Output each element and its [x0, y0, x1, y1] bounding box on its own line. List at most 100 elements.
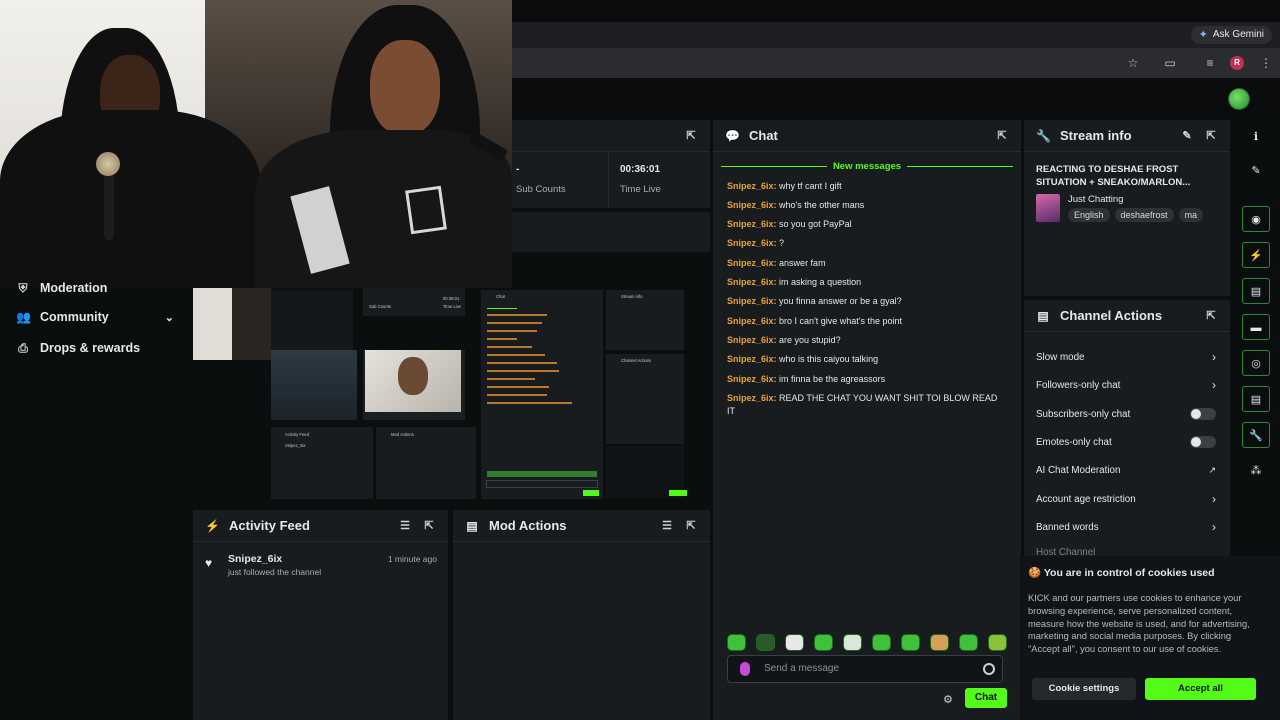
banned-words-row[interactable]: Banned words ›	[1036, 519, 1216, 535]
sidebar-item-moderation[interactable]: ⛨ Moderation	[16, 278, 107, 298]
event-user[interactable]: Snipez_6ix	[228, 553, 282, 565]
tag[interactable]: deshaefrost	[1114, 208, 1174, 222]
emote-icon[interactable]	[901, 634, 920, 651]
broadcast-icon[interactable]: ◎	[1242, 350, 1270, 376]
lightning-icon[interactable]: ⚡	[1242, 242, 1270, 268]
stream-category[interactable]: Just Chatting	[1068, 194, 1123, 205]
channel-actions-header: ▤ Channel Actions ⇱	[1024, 300, 1230, 332]
time-live-label: Time Live	[620, 184, 661, 195]
new-messages-divider[interactable]: New messages	[721, 160, 1013, 172]
camera-icon[interactable]: ◉	[1242, 206, 1270, 232]
user-avatar[interactable]	[1228, 88, 1250, 110]
followers-only-row[interactable]: Followers-only chat ›	[1036, 377, 1216, 393]
chat-text: so you got PayPal	[779, 219, 852, 229]
stats-panel-header: ⇱	[512, 120, 710, 152]
emote-icon[interactable]	[930, 634, 949, 651]
emote-icon[interactable]	[872, 634, 891, 651]
subscribers-only-toggle[interactable]	[1190, 408, 1216, 420]
stream-info-panel: 🔧 Stream info ✎ ⇱ REACTING TO DESHAE FRO…	[1024, 120, 1230, 296]
pencil-icon[interactable]: ✎	[1180, 129, 1194, 142]
chat-username[interactable]: Snipez_6ix:	[727, 335, 777, 345]
send-chat-button[interactable]: Chat	[965, 688, 1007, 708]
emote-icon[interactable]	[843, 634, 862, 651]
action-label: Slow mode	[1036, 351, 1085, 363]
emote-icon[interactable]	[756, 634, 775, 651]
popout-icon[interactable]: ⇱	[1204, 309, 1218, 322]
accept-all-button[interactable]: Accept all	[1145, 678, 1256, 700]
chat-message: Snipez_6ix: ?	[727, 237, 1007, 250]
gear-icon[interactable]: ⚙	[943, 693, 953, 706]
chat-username[interactable]: Snipez_6ix:	[727, 316, 777, 326]
channel-icon[interactable]: ▤	[1242, 386, 1270, 412]
ai-chat-moderation-row[interactable]: AI Chat Moderation ↗	[1036, 462, 1216, 478]
slow-mode-row[interactable]: Slow mode ›	[1036, 349, 1216, 365]
chat-username[interactable]: Snipez_6ix:	[727, 181, 777, 191]
chat-username[interactable]: Snipez_6ix:	[727, 238, 777, 248]
chat-username[interactable]: Snipez_6ix:	[727, 354, 777, 364]
cookie-settings-button[interactable]: Cookie settings	[1032, 678, 1136, 700]
chat-username[interactable]: Snipez_6ix:	[727, 258, 777, 268]
pencil-icon[interactable]: ✎	[1242, 158, 1270, 184]
mod-actions-panel: ▤ Mod Actions ☰ ⇱	[453, 510, 710, 720]
sidebar-item-label: Community	[40, 310, 109, 324]
event-time: 1 minute ago	[387, 554, 437, 564]
chat-username[interactable]: Snipez_6ix:	[727, 393, 777, 403]
action-label: AI Chat Moderation	[1036, 464, 1121, 476]
popout-icon[interactable]: ⇱	[684, 519, 698, 532]
popout-icon[interactable]: ⇱	[422, 519, 436, 532]
category-thumbnail	[1036, 194, 1060, 222]
chat-message: Snipez_6ix: answer fam	[727, 257, 1007, 270]
tag[interactable]: ma	[1178, 208, 1204, 222]
microphone-icon[interactable]	[740, 662, 750, 676]
emoji-picker-icon[interactable]	[983, 663, 995, 675]
popout-icon[interactable]: ⇱	[684, 129, 698, 142]
ask-gemini-button[interactable]: ✦ Ask Gemini	[1190, 26, 1272, 44]
emote-icon[interactable]	[988, 634, 1007, 651]
filter-icon[interactable]: ☰	[398, 519, 412, 532]
chat-username[interactable]: Snipez_6ix:	[727, 219, 777, 229]
chat-username[interactable]: Snipez_6ix:	[727, 200, 777, 210]
sidebar-item-drops-rewards[interactable]: ⎙ Drops & rewards	[16, 338, 140, 358]
reading-list-icon[interactable]: ≡	[1202, 55, 1218, 71]
sidebar-item-label: Drops & rewards	[40, 341, 141, 355]
chat-bubble-icon: 💬	[725, 128, 740, 143]
chat-message: Snipez_6ix: you finna answer or be a gya…	[727, 295, 1007, 308]
chat-username[interactable]: Snipez_6ix:	[727, 374, 777, 384]
chat-username[interactable]: Snipez_6ix:	[727, 277, 777, 287]
wrench-icon: 🔧	[1036, 128, 1051, 143]
emote-icon[interactable]	[785, 634, 804, 651]
stream-info-header: 🔧 Stream info ✎ ⇱	[1024, 120, 1230, 152]
stream-title: REACTING TO DESHAE FROST SITUATION + SNE…	[1036, 164, 1191, 188]
stream-tags: English deshaefrost ma	[1068, 208, 1218, 222]
subscribers-only-row: Subscribers-only chat	[1036, 406, 1216, 422]
chat-username[interactable]: Snipez_6ix:	[727, 296, 777, 306]
cookie-banner-body: KICK and our partners use cookies to enh…	[1028, 593, 1250, 655]
bookmark-star-icon[interactable]: ☆	[1125, 55, 1141, 71]
apps-icon[interactable]: ⁂	[1242, 458, 1270, 484]
chevron-right-icon: ›	[1212, 492, 1216, 506]
emote-icon[interactable]	[727, 634, 746, 651]
cast-icon[interactable]: ▭	[1162, 55, 1178, 71]
wrench-icon[interactable]: 🔧	[1242, 422, 1270, 448]
tag[interactable]: English	[1068, 208, 1110, 222]
emote-icon[interactable]	[814, 634, 833, 651]
emotes-only-toggle[interactable]	[1190, 436, 1216, 448]
channel-actions-panel: ▤ Channel Actions ⇱ Slow mode › Follower…	[1024, 300, 1230, 558]
info-icon[interactable]: ℹ	[1242, 124, 1270, 150]
clipboard-icon[interactable]: ▤	[1242, 278, 1270, 304]
sidebar-item-community[interactable]: 👥 Community ⌄	[16, 307, 174, 327]
popout-icon[interactable]: ⇱	[1204, 129, 1218, 142]
chat-bubble-icon[interactable]: ▬	[1242, 314, 1270, 340]
popout-icon[interactable]: ⇱	[995, 129, 1009, 142]
filter-icon[interactable]: ☰	[660, 519, 674, 532]
emote-icon[interactable]	[959, 634, 978, 651]
panel-title: Channel Actions	[1060, 308, 1163, 323]
chat-message-input[interactable]: Send a message	[727, 655, 1003, 683]
action-label: Subscribers-only chat	[1036, 408, 1131, 420]
profile-avatar[interactable]: R	[1230, 56, 1244, 70]
menu-dots-icon[interactable]: ⋮	[1258, 55, 1274, 71]
gemini-icon: ✦	[1198, 29, 1208, 41]
new-messages-label: New messages	[832, 160, 902, 172]
account-age-restriction-row[interactable]: Account age restriction ›	[1036, 491, 1216, 507]
chat-text: you finna answer or be a gyal?	[779, 296, 902, 306]
